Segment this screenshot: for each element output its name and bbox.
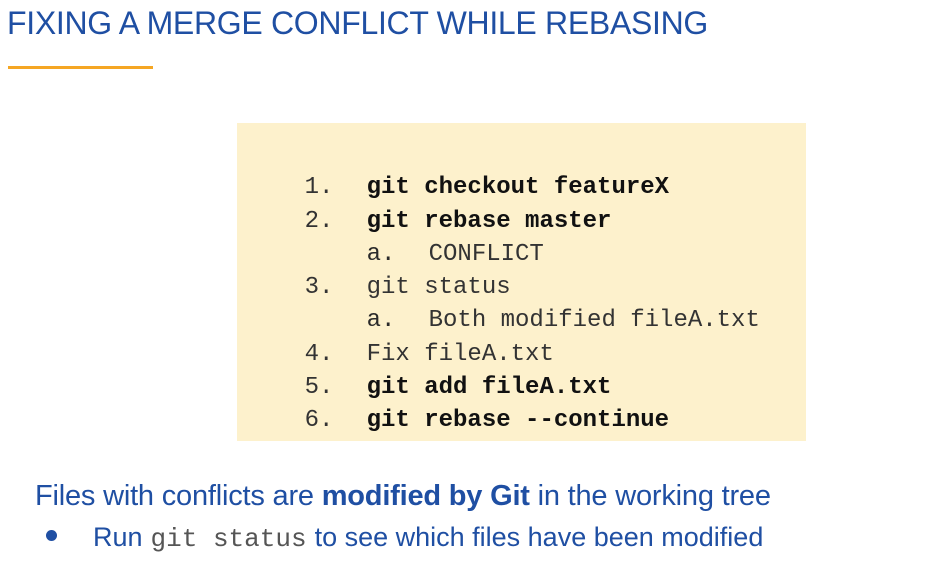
main-point-before: Files with conflicts are [35, 480, 322, 512]
step-number: 4. [304, 340, 334, 368]
bullet-icon [46, 530, 57, 541]
sub-step-letter: a. [366, 307, 396, 335]
step-text: git rebase master [366, 207, 612, 235]
step-number: 5. [304, 374, 334, 402]
main-point-emphasis: modified by Git [321, 480, 530, 512]
sub-point-code: git status [150, 524, 307, 554]
step-number: 3. [304, 274, 334, 302]
step-text: git checkout featureX [366, 174, 670, 202]
sub-point: Run git status to see which files have b… [46, 522, 763, 554]
code-block: 1. git checkout featureX 2. git rebase mas… [237, 123, 806, 441]
slide-title: FIXING A MERGE CONFLICT WHILE REBASING [7, 5, 709, 41]
step-text: git status [366, 274, 511, 302]
sub-point-before: Run [93, 522, 143, 552]
step-text: git add fileA.txt [366, 374, 612, 402]
main-point-after: in the working tree [529, 480, 771, 512]
step-number: 6. [304, 407, 334, 435]
step-line-1: 1. git checkout featureX [247, 138, 806, 201]
main-point: Files with conflicts are modified by Git… [35, 480, 771, 513]
step-text: Fix fileA.txt [366, 340, 554, 368]
step-number: 1. [304, 174, 334, 202]
step-number: 2. [304, 207, 334, 235]
step-text: git rebase --continue [366, 407, 670, 435]
sub-step-text: CONFLICT [428, 240, 544, 268]
sub-step-text: Both modified fileA.txt [428, 307, 760, 335]
title-underline [8, 66, 153, 69]
sub-point-after: to see which files have been modified [314, 522, 764, 552]
sub-step-letter: a. [366, 240, 396, 268]
